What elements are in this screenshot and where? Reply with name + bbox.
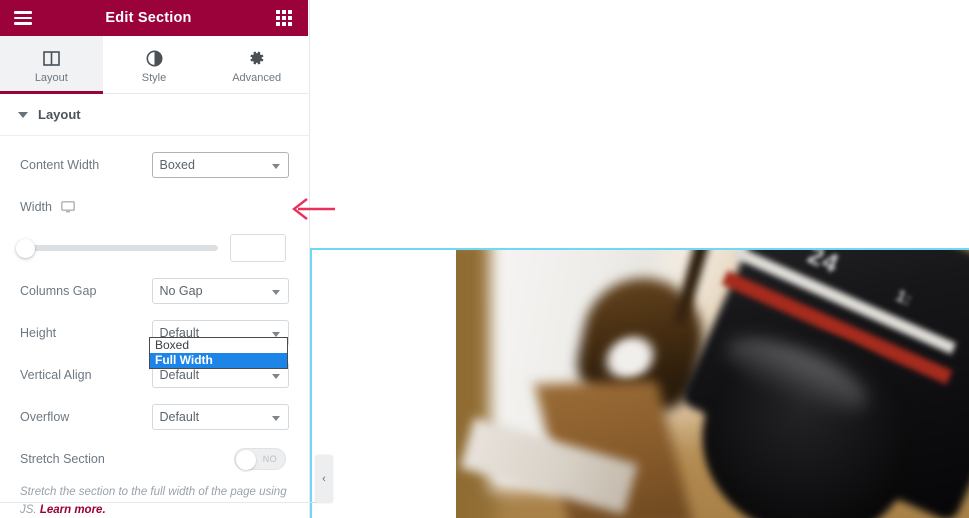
stretch-section-help-text: Stretch the section to the full width of… bbox=[0, 484, 309, 518]
panel-bottom-divider bbox=[0, 502, 309, 503]
stretch-section-label: Stretch Section bbox=[20, 452, 105, 466]
learn-more-link[interactable]: Learn more. bbox=[40, 504, 106, 516]
panel-header: Edit Section bbox=[0, 0, 308, 36]
tab-advanced-label: Advanced bbox=[232, 72, 282, 84]
chevron-down-icon bbox=[18, 111, 28, 118]
gear-icon bbox=[249, 49, 265, 67]
control-overflow: Overflow Default bbox=[20, 404, 289, 430]
layout-section-header[interactable]: Layout bbox=[0, 94, 309, 136]
vertical-align-label: Vertical Align bbox=[20, 368, 92, 382]
panel-collapse-handle[interactable]: ‹ bbox=[315, 455, 333, 503]
dropdown-option-boxed[interactable]: Boxed bbox=[150, 338, 287, 353]
tab-layout-label: Layout bbox=[34, 72, 68, 84]
chevron-left-icon: ‹ bbox=[322, 473, 326, 485]
tab-layout[interactable]: Layout bbox=[0, 36, 103, 94]
annotation-arrow bbox=[288, 196, 336, 227]
desktop-icon[interactable] bbox=[61, 201, 75, 213]
chevron-down-icon bbox=[272, 290, 280, 295]
chevron-down-icon bbox=[272, 416, 280, 421]
content-width-select[interactable]: Boxed bbox=[152, 152, 289, 178]
content-width-label: Content Width bbox=[20, 158, 100, 172]
width-slider-row bbox=[16, 234, 289, 262]
editor-panel: Edit Section Layout Style Advanced Layou… bbox=[0, 0, 310, 518]
canvas-image[interactable]: 24 1: bbox=[456, 250, 969, 518]
width-label-text: Width bbox=[20, 200, 52, 214]
content-width-value: Boxed bbox=[159, 158, 195, 172]
tab-style[interactable]: Style bbox=[103, 36, 206, 93]
width-slider-track bbox=[22, 245, 218, 251]
width-slider[interactable] bbox=[16, 238, 218, 258]
columns-icon bbox=[43, 49, 60, 67]
width-number-input[interactable] bbox=[230, 234, 286, 262]
grid-icon[interactable] bbox=[266, 0, 302, 36]
contrast-icon bbox=[146, 49, 163, 67]
layout-controls: Content Width Boxed Width Columns Gap No… bbox=[0, 152, 309, 472]
vertical-align-value: Default bbox=[159, 368, 200, 382]
tab-advanced[interactable]: Advanced bbox=[205, 36, 308, 93]
panel-title: Edit Section bbox=[105, 10, 192, 26]
overflow-value: Default bbox=[159, 410, 200, 424]
control-content-width: Content Width Boxed bbox=[20, 152, 289, 178]
control-columns-gap: Columns Gap No Gap bbox=[20, 278, 289, 304]
control-width: Width bbox=[20, 194, 289, 220]
overflow-label: Overflow bbox=[20, 410, 70, 424]
stretch-section-toggle[interactable]: NO bbox=[234, 448, 286, 470]
columns-gap-value: No Gap bbox=[159, 284, 203, 298]
overflow-select[interactable]: Default bbox=[152, 404, 289, 430]
content-width-dropdown-list[interactable]: Boxed Full Width bbox=[149, 337, 288, 369]
toggle-state-label: NO bbox=[262, 454, 277, 464]
width-slider-handle[interactable] bbox=[16, 238, 35, 258]
elementor-editor-screen: 24 1: ‹ Edit Section Layout Style Advanc… bbox=[0, 0, 969, 518]
chevron-down-icon bbox=[272, 374, 280, 379]
panel-tabs: Layout Style Advanced bbox=[0, 36, 308, 94]
tab-style-label: Style bbox=[141, 72, 167, 84]
width-label: Width bbox=[20, 200, 153, 214]
columns-gap-label: Columns Gap bbox=[20, 284, 97, 298]
columns-gap-select[interactable]: No Gap bbox=[152, 278, 289, 304]
toggle-knob bbox=[236, 450, 256, 470]
page-canvas[interactable]: 24 1: ‹ bbox=[310, 0, 969, 518]
layout-section-title: Layout bbox=[38, 107, 81, 122]
chevron-down-icon bbox=[272, 164, 280, 169]
control-stretch-section: Stretch Section NO bbox=[20, 446, 289, 472]
height-label: Height bbox=[20, 326, 57, 340]
dropdown-option-full-width[interactable]: Full Width bbox=[150, 353, 287, 368]
